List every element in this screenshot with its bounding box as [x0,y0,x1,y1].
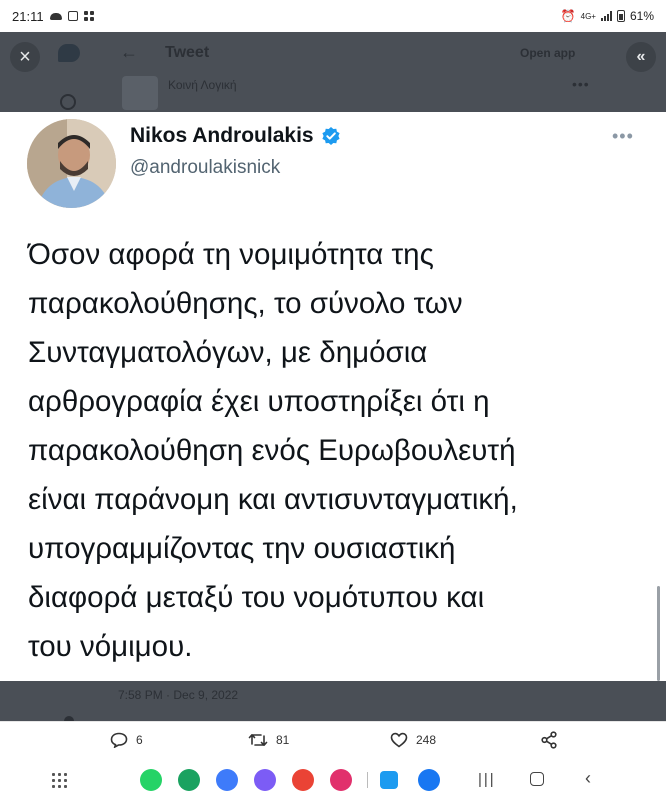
background-user-name: Κοινή Λογική [168,78,237,92]
retweet-icon [248,734,268,746]
back-arrow-icon[interactable]: ← [120,42,138,63]
like-count: 248 [416,733,437,747]
cloud-icon [49,12,62,20]
close-button[interactable]: × [10,42,40,72]
facebook-icon[interactable] [418,769,440,791]
whatsapp-icon[interactable] [140,769,162,791]
twitter-icon[interactable] [380,771,398,789]
author-name-row: Nikos Androulakis [130,124,341,148]
share-icon[interactable] [540,731,558,749]
background-header: × ← Tweet Open app « Κοινή Λογική ••• [0,32,666,112]
tweet-text: Όσον αφορά τη νομιμότητα της παρακολούθη… [28,238,518,663]
chrome-icon[interactable] [292,769,314,791]
background-timestamp: 7:58 PM · Dec 9, 2022 [118,688,239,702]
retweet-count: 81 [276,733,290,747]
alarm-icon: ⏰ [560,9,576,23]
settings-icon[interactable] [60,94,76,110]
navigation-bar: ||| ‹ [0,760,666,800]
signal-strength-icon [600,11,612,21]
more-options-icon[interactable]: ••• [612,126,634,147]
app-drawer-icon[interactable] [52,773,67,788]
battery-percentage: 61% [629,9,654,23]
battery-icon [616,10,625,22]
signal-icon[interactable] [254,769,276,791]
avatar[interactable] [27,119,116,208]
verified-badge-icon [322,127,340,145]
tweet-card: Nikos Androulakis @androulakisnick ••• Ό… [0,112,666,681]
status-time: 21:11 [12,8,44,24]
background-avatar [122,76,158,110]
profile-photo [27,119,116,208]
collapse-button[interactable]: « [626,42,656,72]
instagram-icon[interactable] [330,769,352,791]
back-button[interactable]: ‹ [585,768,591,789]
heart-icon [390,732,408,748]
status-bar: 21:11 ⏰ 4G+ 61% [0,0,666,32]
reply-button[interactable]: 6 [110,732,143,748]
reply-icon [110,732,128,748]
open-app-button[interactable]: Open app [520,46,575,60]
phone-icon[interactable] [178,769,200,791]
messages-icon[interactable] [216,769,238,791]
twitter-bird-icon [58,44,80,62]
retweet-button[interactable]: 81 [248,732,289,748]
network-type: 4G+ [580,11,596,21]
scrollbar[interactable] [657,586,660,681]
author-name[interactable]: Nikos Androulakis [130,124,314,148]
dock-separator [367,772,368,788]
apps-dots-icon [83,11,94,21]
home-button[interactable] [530,772,544,786]
author-handle[interactable]: @androulakisnick [130,157,280,179]
background-more-icon[interactable]: ••• [572,76,590,92]
reply-count: 6 [136,733,143,747]
like-button[interactable]: 248 [390,732,436,748]
background-title: Tweet [165,44,210,61]
recents-button[interactable]: ||| [478,771,496,788]
tweet-action-bar: 6 81 248 [0,721,666,760]
gallery-icon [67,11,78,21]
